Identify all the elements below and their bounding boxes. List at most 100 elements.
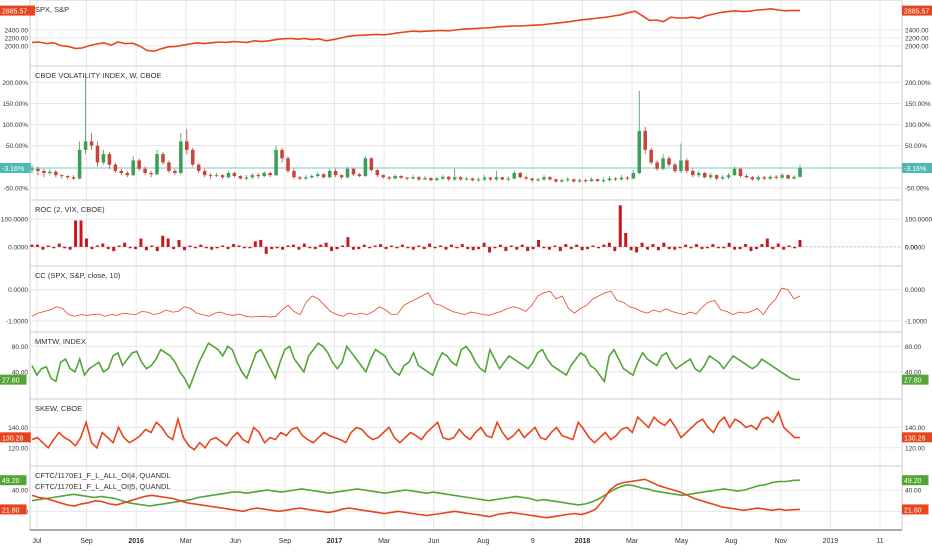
candle-body xyxy=(744,175,749,178)
roc-bar xyxy=(618,205,622,247)
candle-body xyxy=(107,154,112,165)
roc-bar xyxy=(798,239,802,247)
candle-body xyxy=(708,175,713,178)
candle-body xyxy=(583,180,588,182)
candle-body xyxy=(798,167,802,177)
roc-bar xyxy=(253,241,257,247)
roc-bar xyxy=(172,246,176,250)
y-tick-label-right: 150.00% xyxy=(905,101,931,108)
roc-bar xyxy=(242,246,246,249)
roc-bar xyxy=(237,245,241,247)
x-tick-label: Jun xyxy=(428,538,439,545)
candle-body xyxy=(345,168,350,178)
candle-body xyxy=(441,176,445,179)
candle-body xyxy=(339,175,344,178)
roc-bar xyxy=(215,246,219,249)
roc-bar xyxy=(580,246,584,251)
roc-bar xyxy=(177,239,181,247)
y-tick-label-left: 2200.00 xyxy=(5,36,29,43)
candle-body xyxy=(304,177,308,179)
y-tick-label-left: 0.0000 xyxy=(8,244,28,251)
y-tick-label-right: 2200.00 xyxy=(905,36,929,43)
candle-body xyxy=(256,175,261,177)
candle-body xyxy=(548,177,552,180)
roc-bar xyxy=(302,243,306,247)
x-tick-label: 2018 xyxy=(575,538,591,545)
x-tick-label: Mar xyxy=(180,538,193,545)
roc-bar xyxy=(313,246,317,250)
roc-bar xyxy=(248,246,252,249)
value-tag-left-cftc: 21.80 xyxy=(2,507,20,514)
y-tick-label-left: 120.00 xyxy=(8,445,28,452)
y-tick-label-left: -50.00% xyxy=(4,185,28,192)
candle-body xyxy=(601,180,606,182)
roc-bar xyxy=(678,246,682,249)
candle-body xyxy=(167,162,171,171)
y-tick-label-left: -1.0000 xyxy=(6,318,28,325)
candle-body xyxy=(542,177,546,180)
candle-body xyxy=(512,173,517,179)
candle-body xyxy=(274,149,278,176)
candle-body xyxy=(333,170,338,176)
roc-bar xyxy=(787,245,791,247)
roc-bar xyxy=(297,246,301,250)
candle-body xyxy=(780,175,784,178)
roc-bar xyxy=(667,246,671,250)
roc-bar xyxy=(395,246,399,249)
candle-body xyxy=(411,177,415,179)
roc-bar xyxy=(166,238,170,247)
y-tick-label-right: 0.0000 xyxy=(905,287,925,294)
candle-body xyxy=(405,177,409,179)
candle-body xyxy=(387,177,391,179)
roc-bar xyxy=(558,246,562,252)
candle-body xyxy=(518,173,522,178)
candle-body xyxy=(458,177,463,180)
candle-body xyxy=(786,175,790,179)
roc-bar xyxy=(662,242,666,247)
y-tick-label-right: 50.00% xyxy=(905,143,927,150)
candle-body xyxy=(732,168,737,176)
roc-bar xyxy=(30,244,34,247)
pane-title-roc: ROC (2, VIX, CBOE) xyxy=(35,205,105,214)
roc-bar xyxy=(123,242,127,247)
x-tick-label: Aug xyxy=(725,538,738,545)
candle-body xyxy=(173,170,177,174)
candle-body xyxy=(643,130,647,150)
roc-bar xyxy=(542,246,546,249)
roc-bar xyxy=(569,246,573,250)
roc-bar xyxy=(144,246,148,251)
candle-body xyxy=(625,177,630,179)
y-tick-label-left: 50.00% xyxy=(6,143,28,150)
value-tag-right-mmtw: 27.80 xyxy=(904,378,922,385)
candle-body xyxy=(262,173,266,176)
candle-body xyxy=(131,160,135,176)
roc-bar xyxy=(591,245,595,247)
value-tag-right-vix: -3.16% xyxy=(904,166,926,173)
pane-title-mmtw: MMTW, INDEX xyxy=(35,337,86,346)
roc-bar xyxy=(74,220,78,247)
candle-body xyxy=(452,177,457,180)
x-tick-label: 2017 xyxy=(327,538,343,545)
roc-bar xyxy=(384,246,388,250)
roc-bar xyxy=(41,246,45,250)
roc-bar xyxy=(471,246,475,251)
y-tick-label-left: 150.00% xyxy=(2,101,28,108)
roc-bar xyxy=(281,246,285,250)
x-tick-label: May xyxy=(675,538,689,545)
roc-bar xyxy=(547,246,551,250)
candle-body xyxy=(327,170,332,178)
roc-bar xyxy=(640,242,644,247)
roc-bar xyxy=(586,246,590,250)
x-tick-label: 2016 xyxy=(128,538,144,545)
y-tick-label-left: 2000.00 xyxy=(5,44,29,51)
roc-bar xyxy=(188,245,192,247)
roc-bar xyxy=(531,246,535,250)
candle-body xyxy=(560,180,564,182)
roc-bar xyxy=(537,239,541,247)
candle-body xyxy=(607,178,612,181)
roc-bar xyxy=(35,244,39,247)
candle-body xyxy=(42,170,46,174)
candle-body xyxy=(464,178,469,180)
roc-bar xyxy=(52,246,56,249)
chart-svg: 2400.00 2400.002200.00 2200.002000.00 2000.… xyxy=(0,0,932,550)
